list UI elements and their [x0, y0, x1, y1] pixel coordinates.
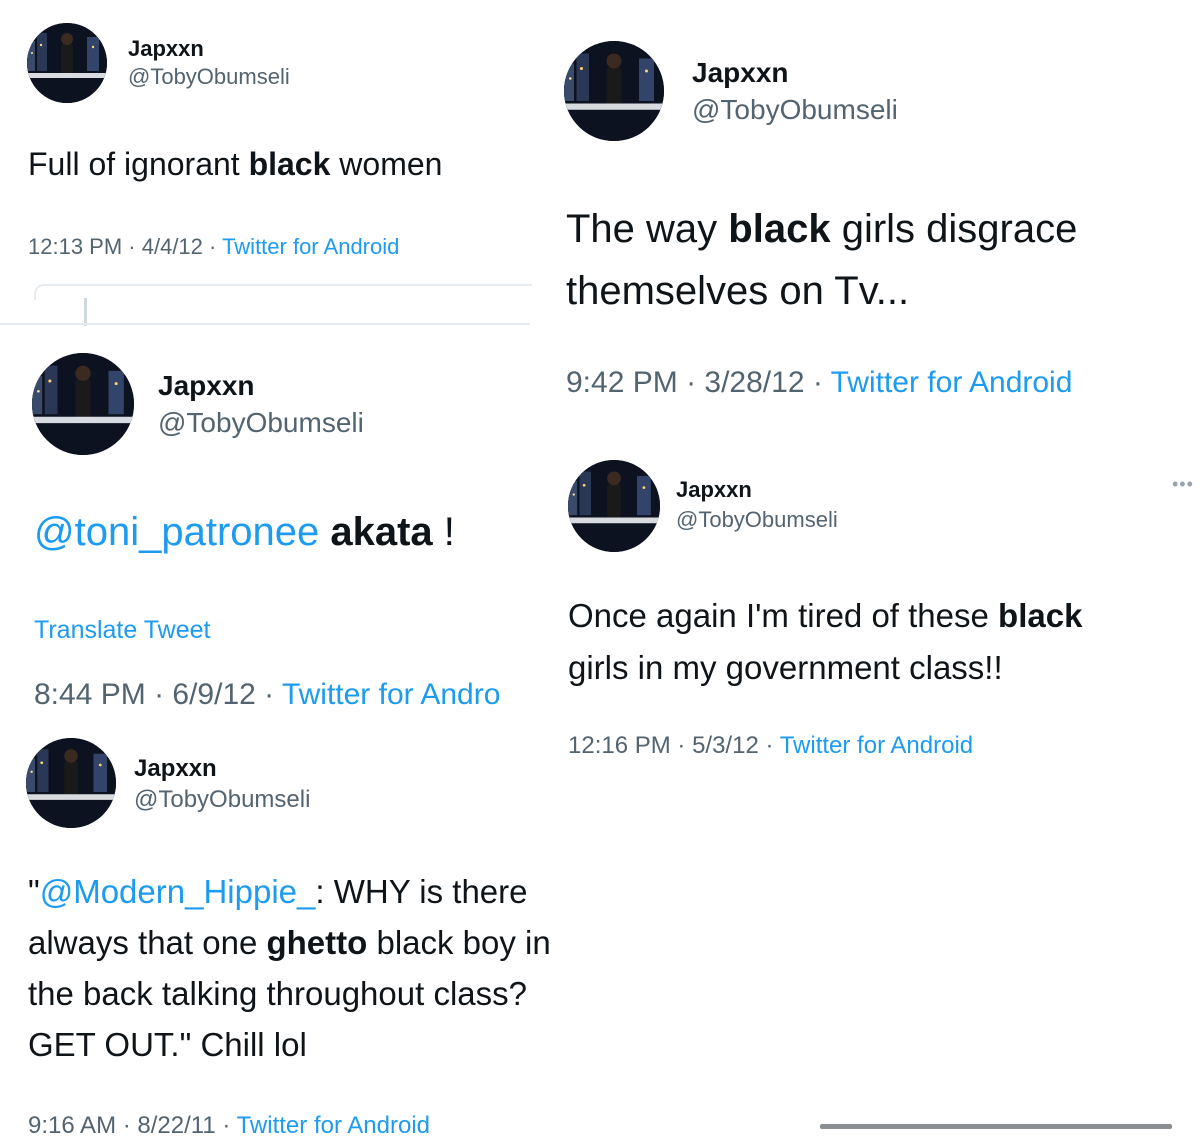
- tweet-text-line: GET OUT." Chill lol: [28, 1026, 307, 1063]
- tweet-date[interactable]: 8/22/11: [137, 1112, 215, 1139]
- user-handle[interactable]: @TobyObumseli: [158, 407, 364, 439]
- tweet-source[interactable]: Twitter for Andro: [282, 678, 500, 711]
- thread-line: [84, 298, 87, 326]
- tweet-text-bold: ghetto: [266, 924, 368, 961]
- tweet-time[interactable]: 9:42 PM: [566, 366, 678, 399]
- user-handle[interactable]: @TobyObumseli: [128, 64, 290, 90]
- divider: [0, 323, 530, 325]
- tweet-text-part: always that one: [28, 924, 267, 961]
- separator: ·: [758, 732, 780, 759]
- tweet-text-line: always that one ghetto black boy in: [28, 917, 551, 968]
- avatar[interactable]: [26, 738, 116, 828]
- separator: ·: [122, 234, 142, 259]
- tweet-meta: 12:16 PM · 5/3/12 · Twitter for Android: [568, 732, 973, 760]
- avatar-photo-icon: [26, 738, 116, 828]
- tweet-meta: 9:42 PM · 3/28/12 · Twitter for Android: [566, 366, 1072, 400]
- tweet-text-line: themselves on Tv...: [566, 269, 910, 313]
- separator: ·: [677, 366, 705, 399]
- separator: ·: [116, 1112, 138, 1139]
- tweet-text: @toni_patronee akata !: [34, 510, 455, 555]
- avatar-photo-icon: [27, 23, 107, 103]
- tweet-text-bold: black: [998, 597, 1083, 634]
- tweet-text-part: black boy in: [367, 924, 551, 961]
- tweet-text: "@Modern_Hippie_: WHY is there always th…: [28, 866, 551, 1070]
- tweet-time[interactable]: 9:16 AM: [28, 1112, 116, 1139]
- display-name[interactable]: Japxxn: [134, 755, 217, 783]
- tweet-time[interactable]: 12:16 PM: [568, 732, 671, 759]
- display-name[interactable]: Japxxn: [128, 36, 204, 62]
- separator: ·: [145, 678, 173, 711]
- avatar[interactable]: [27, 23, 107, 103]
- user-handle[interactable]: @TobyObumseli: [692, 94, 898, 126]
- user-handle[interactable]: @TobyObumseli: [676, 507, 838, 533]
- tweet-date[interactable]: 3/28/12: [704, 366, 804, 399]
- separator: ·: [804, 366, 831, 399]
- tweet-time[interactable]: 8:44 PM: [34, 678, 146, 711]
- tweet-date[interactable]: 4/4/12: [142, 234, 203, 259]
- separator: ·: [670, 732, 693, 759]
- tweet-text-part: Full of ignorant: [28, 146, 249, 182]
- scroll-indicator[interactable]: [820, 1124, 1172, 1129]
- display-name[interactable]: Japxxn: [692, 57, 789, 89]
- avatar[interactable]: [568, 460, 660, 552]
- display-name[interactable]: Japxxn: [676, 477, 752, 503]
- tweet-text-part: Once again I'm tired of these: [568, 597, 999, 634]
- tweet-date[interactable]: 5/3/12: [692, 732, 759, 759]
- tweet-text-line: The way black girls disgrace: [566, 198, 1077, 260]
- divider: [34, 284, 532, 300]
- mention-link[interactable]: @toni_patronee: [34, 510, 330, 554]
- tweet-text-part: girls disgrace: [830, 207, 1078, 251]
- avatar-photo-icon: [564, 41, 664, 141]
- separator: ·: [255, 678, 282, 711]
- tweet-text: The way black girls disgrace themselves …: [566, 198, 1077, 322]
- avatar[interactable]: [564, 41, 664, 141]
- avatar-photo-icon: [32, 353, 134, 455]
- tweet-text: Once again I'm tired of these black girl…: [568, 590, 1082, 694]
- more-dots-icon[interactable]: •••: [1172, 474, 1194, 495]
- tweet-text-part: : WHY is there: [315, 873, 528, 910]
- tweet-text-part: The way: [566, 207, 729, 251]
- tweet-text-line: "@Modern_Hippie_: WHY is there: [28, 866, 551, 917]
- tweet-source[interactable]: Twitter for Android: [831, 366, 1073, 399]
- tweet-source[interactable]: Twitter for Android: [237, 1112, 430, 1139]
- tweet-text-bold: akata: [330, 510, 433, 554]
- separator: ·: [202, 234, 223, 259]
- tweet-text-bold: black: [728, 207, 831, 251]
- avatar[interactable]: [32, 353, 134, 455]
- tweet-text-bold: black: [248, 146, 331, 182]
- tweet-source[interactable]: Twitter for Android: [222, 234, 399, 259]
- tweet-text-part: !: [432, 510, 455, 554]
- tweet-meta: 12:13 PM · 4/4/12 · Twitter for Android: [28, 234, 399, 260]
- tweet-meta: 8:44 PM · 6/9/12 · Twitter for Andro: [34, 678, 500, 712]
- mention-link[interactable]: @Modern_Hippie_: [40, 873, 316, 910]
- tweet-meta: 9:16 AM · 8/22/11 · Twitter for Android: [28, 1112, 430, 1140]
- translate-tweet-link[interactable]: Translate Tweet: [34, 616, 210, 645]
- avatar-photo-icon: [568, 460, 660, 552]
- tweet-source[interactable]: Twitter for Android: [780, 732, 973, 759]
- tweet-text-line: Once again I'm tired of these black: [568, 590, 1082, 642]
- tweet-text-line: girls in my government class!!: [568, 649, 1003, 686]
- tweet-text: Full of ignorant black women: [28, 146, 442, 183]
- tweet-text-line: the back talking throughout class?: [28, 975, 527, 1012]
- tweet-date[interactable]: 6/9/12: [172, 678, 255, 711]
- separator: ·: [215, 1112, 237, 1139]
- tweet-text-part: women: [330, 146, 443, 182]
- tweet-text-part: ": [28, 873, 40, 910]
- display-name[interactable]: Japxxn: [158, 370, 255, 402]
- user-handle[interactable]: @TobyObumseli: [134, 786, 310, 814]
- tweet-time[interactable]: 12:13 PM: [28, 234, 122, 259]
